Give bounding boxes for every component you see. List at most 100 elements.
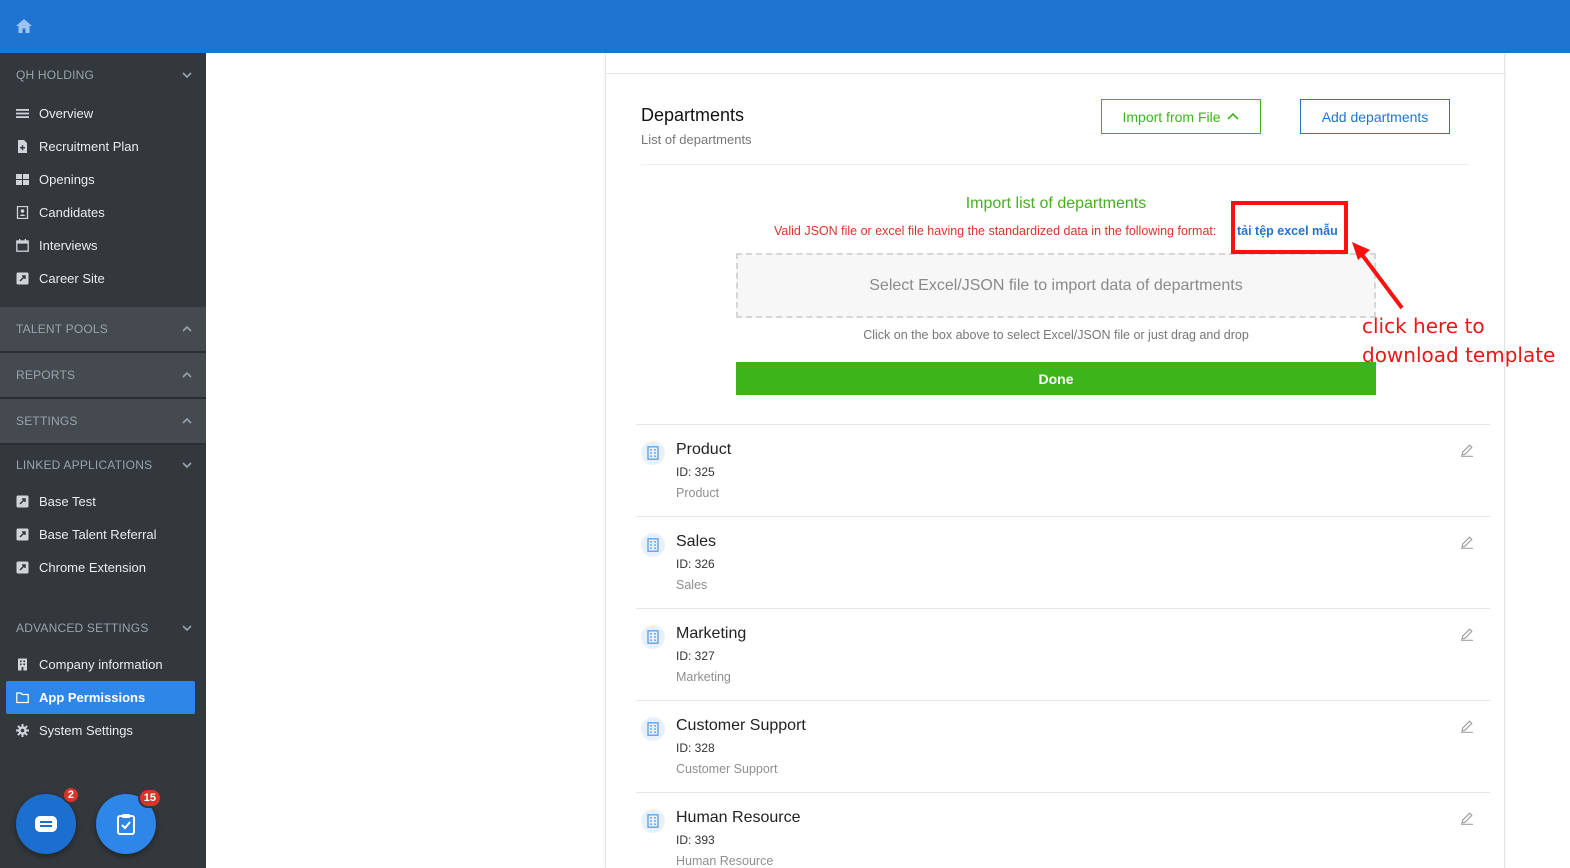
divider bbox=[641, 164, 1469, 165]
building-icon bbox=[641, 441, 665, 465]
list-item[interactable]: Customer Support ID: 328 Customer Support bbox=[636, 700, 1490, 792]
gear-icon bbox=[16, 724, 29, 737]
annotation-text: click here to download template bbox=[1362, 312, 1555, 370]
departments-card: Departments List of departments Import f… bbox=[605, 53, 1506, 868]
sidebar-item-label: Base Test bbox=[39, 494, 96, 509]
department-id: ID: 325 bbox=[676, 465, 715, 479]
department-name: Human Resource bbox=[676, 809, 801, 826]
contact-book-icon bbox=[16, 206, 29, 219]
file-plus-icon bbox=[16, 140, 29, 153]
tasks-button[interactable]: 15 bbox=[96, 788, 162, 854]
chevron-up-icon bbox=[1226, 112, 1239, 120]
sidebar-item-label: System Settings bbox=[39, 723, 133, 738]
annotation-arrow bbox=[1352, 242, 1404, 310]
sidebar-item-company-information[interactable]: Company information bbox=[0, 648, 206, 681]
sidebar-item-recruitment-plan[interactable]: Recruitment Plan bbox=[0, 130, 206, 163]
sidebar-item-career-site[interactable]: Career Site bbox=[0, 262, 206, 295]
grid-icon bbox=[16, 173, 29, 186]
department-id: ID: 393 bbox=[676, 833, 715, 847]
edit-icon[interactable] bbox=[1460, 627, 1474, 641]
external-link-icon bbox=[16, 528, 29, 541]
chat-button[interactable]: 2 bbox=[16, 786, 80, 854]
add-departments-button[interactable]: Add departments bbox=[1300, 99, 1450, 134]
list-icon bbox=[16, 107, 29, 120]
import-from-file-button[interactable]: Import from File bbox=[1101, 99, 1261, 134]
sidebar-section-reports[interactable]: REPORTS bbox=[0, 353, 206, 399]
department-name: Customer Support bbox=[676, 717, 806, 734]
sidebar-item-base-talent-referral[interactable]: Base Talent Referral bbox=[0, 518, 206, 551]
external-link-icon bbox=[16, 272, 29, 285]
building-icon bbox=[641, 809, 665, 833]
sidebar-item-interviews[interactable]: Interviews bbox=[0, 229, 206, 262]
annotation-line-2: download template bbox=[1362, 343, 1556, 367]
department-description: Human Resource bbox=[676, 854, 774, 868]
chevron-down-icon bbox=[182, 72, 192, 79]
list-item[interactable]: Sales ID: 326 Sales bbox=[636, 516, 1490, 608]
import-panel-description: Valid JSON file or excel file having the… bbox=[774, 224, 1217, 238]
sidebar-section-linked-applications[interactable]: LINKED APPLICATIONS bbox=[0, 445, 206, 485]
sidebar-item-label: Overview bbox=[39, 106, 94, 121]
page-subtitle: List of departments bbox=[641, 132, 752, 147]
department-description: Sales bbox=[676, 578, 708, 592]
dropzone-hint: Click on the box above to select Excel/J… bbox=[863, 328, 1249, 342]
sidebar-section-company[interactable]: QH HOLDING bbox=[0, 53, 206, 97]
linked-applications-label: LINKED APPLICATIONS bbox=[16, 458, 153, 472]
sidebar-item-label: Recruitment Plan bbox=[39, 139, 139, 154]
external-link-icon bbox=[16, 495, 29, 508]
list-item[interactable]: Product ID: 325 Product bbox=[636, 424, 1490, 516]
edit-icon[interactable] bbox=[1460, 719, 1474, 733]
tasks-badge: 15 bbox=[137, 788, 162, 808]
sidebar-section-advanced-settings[interactable]: ADVANCED SETTINGS bbox=[0, 608, 206, 648]
sidebar-item-base-test[interactable]: Base Test bbox=[0, 485, 206, 518]
edit-icon[interactable] bbox=[1460, 443, 1474, 457]
department-id: ID: 326 bbox=[676, 557, 715, 571]
department-name: Sales bbox=[676, 533, 717, 550]
list-item[interactable]: Marketing ID: 327 Marketing bbox=[636, 608, 1490, 700]
sidebar: QH HOLDING Overview Recruitment Plan Openi… bbox=[0, 53, 206, 868]
sidebar-section-settings[interactable]: SETTINGS bbox=[0, 399, 206, 445]
chat-icon bbox=[35, 816, 57, 832]
building-icon bbox=[16, 658, 29, 671]
sidebar-item-label: Openings bbox=[39, 172, 95, 187]
file-dropzone[interactable]: Select Excel/JSON file to import data of… bbox=[736, 253, 1376, 318]
chevron-down-icon bbox=[182, 625, 192, 632]
external-link-icon bbox=[16, 561, 29, 574]
import-button-label: Import from File bbox=[1122, 108, 1221, 125]
home-icon[interactable] bbox=[14, 16, 34, 36]
edit-icon[interactable] bbox=[1460, 811, 1474, 825]
sidebar-item-chrome-extension[interactable]: Chrome Extension bbox=[0, 551, 206, 584]
departments-list: Product ID: 325 Product Sales ID: 326 Sales Ma… bbox=[636, 424, 1490, 868]
reports-label: REPORTS bbox=[16, 368, 76, 382]
top-bar bbox=[0, 0, 1570, 53]
chevron-up-icon bbox=[182, 417, 192, 424]
sidebar-item-candidates[interactable]: Candidates bbox=[0, 196, 206, 229]
annotation-highlight-box bbox=[1231, 201, 1348, 254]
done-button[interactable]: Done bbox=[736, 362, 1376, 395]
clipboard-check-icon bbox=[117, 814, 135, 835]
sidebar-item-label: Candidates bbox=[39, 205, 105, 220]
building-icon bbox=[641, 717, 665, 741]
divider bbox=[606, 73, 1506, 74]
company-name: QH HOLDING bbox=[16, 68, 95, 82]
department-name: Product bbox=[676, 441, 732, 458]
sidebar-item-overview[interactable]: Overview bbox=[0, 97, 206, 130]
sidebar-item-app-permissions[interactable]: App Permissions bbox=[6, 681, 195, 714]
edit-icon[interactable] bbox=[1460, 535, 1474, 549]
department-id: ID: 328 bbox=[676, 741, 715, 755]
page-title: Departments bbox=[641, 105, 745, 125]
sidebar-section-talent-pools[interactable]: TALENT POOLS bbox=[0, 307, 206, 353]
sidebar-item-system-settings[interactable]: System Settings bbox=[0, 714, 206, 747]
chevron-up-icon bbox=[182, 325, 192, 332]
building-icon bbox=[641, 533, 665, 557]
sidebar-item-label: Company information bbox=[39, 657, 163, 672]
department-description: Marketing bbox=[676, 670, 731, 684]
department-name: Marketing bbox=[676, 625, 747, 642]
sidebar-item-openings[interactable]: Openings bbox=[0, 163, 206, 196]
sidebar-item-label: Chrome Extension bbox=[39, 560, 146, 575]
list-item[interactable]: Human Resource ID: 393 Human Resource bbox=[636, 792, 1490, 868]
department-description: Product bbox=[676, 486, 720, 500]
chevron-down-icon bbox=[182, 462, 192, 469]
talent-pools-label: TALENT POOLS bbox=[16, 322, 108, 336]
building-icon bbox=[641, 625, 665, 649]
annotation-line-1: click here to bbox=[1362, 314, 1485, 338]
